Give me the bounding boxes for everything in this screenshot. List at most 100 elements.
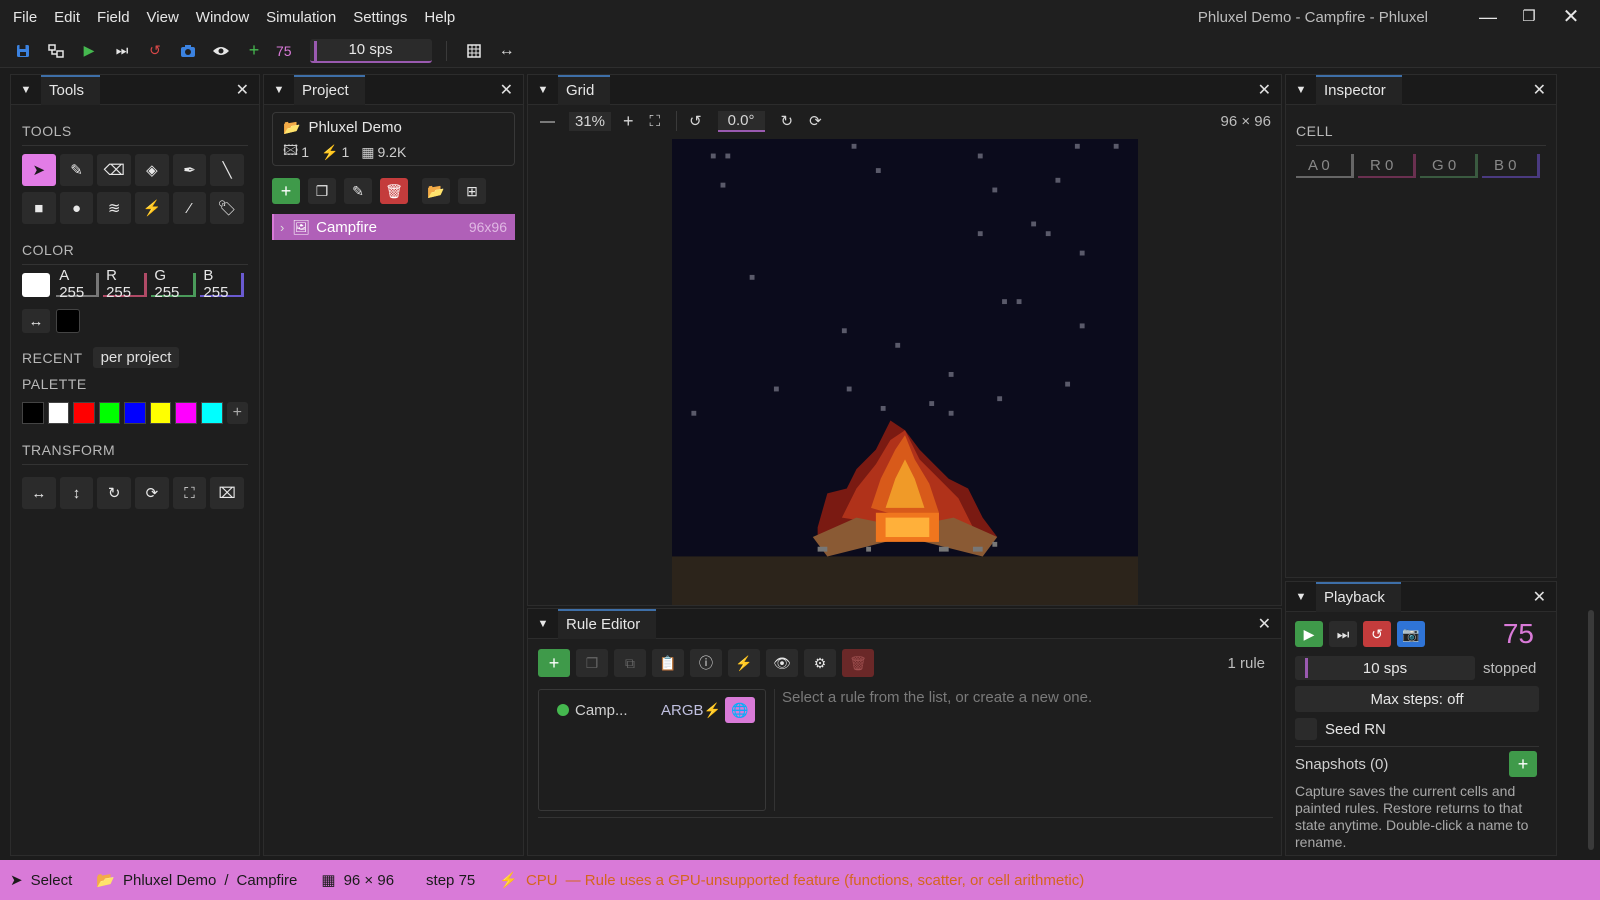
blue-channel-field[interactable]: B 255 (200, 267, 244, 301)
recent-scope-badge[interactable]: per project (92, 347, 180, 368)
tab-project[interactable]: Project (294, 74, 365, 105)
project-tree-item[interactable]: › 🖼 Campfire 96x96 (272, 214, 515, 240)
reset-button[interactable]: ↺ (1363, 621, 1391, 647)
rule-list-item[interactable]: Camp... ARGB ⚡ 🌐 (539, 690, 765, 730)
palette-swatch-black[interactable] (22, 402, 44, 424)
eye-icon[interactable] (210, 40, 232, 62)
swap-colors-icon[interactable]: ↔ (22, 309, 50, 333)
max-steps-button[interactable]: Max steps: off (1295, 686, 1539, 712)
collapse-icon[interactable]: ▼ (528, 84, 558, 96)
current-color-swatch[interactable] (22, 273, 51, 297)
playback-scrollbar[interactable] (1588, 610, 1594, 850)
brush-tool[interactable]: ⁄ (172, 192, 207, 224)
palette-swatch-cyan[interactable] (200, 402, 223, 424)
camera-icon[interactable] (177, 40, 199, 62)
close-window-icon[interactable]: ✕ (1560, 6, 1582, 28)
close-icon[interactable]: ✕ (1533, 587, 1546, 607)
close-icon[interactable]: ✕ (1258, 614, 1271, 634)
eraser-tool[interactable]: ⌫ (97, 154, 132, 186)
collapse-icon[interactable]: ▼ (1286, 591, 1316, 603)
reset-rotation-icon[interactable]: ⟳ (809, 112, 822, 130)
add-field-button[interactable]: + (272, 178, 300, 204)
menu-simulation[interactable]: Simulation (266, 9, 336, 26)
lightning-icon[interactable]: ⚡ (728, 649, 760, 677)
add-snapshot-button[interactable]: + (1509, 751, 1537, 777)
grid-icon[interactable] (463, 40, 485, 62)
menu-window[interactable]: Window (196, 9, 249, 26)
rectangle-tool[interactable]: ■ (22, 192, 56, 224)
tab-tools[interactable]: Tools (41, 74, 101, 105)
zoom-in-icon[interactable]: + (623, 111, 634, 132)
collapse-icon[interactable]: ▼ (528, 618, 558, 630)
restore-icon[interactable]: ❐ (1518, 6, 1540, 28)
palette-swatch-red[interactable] (73, 402, 95, 424)
secondary-color-swatch[interactable] (56, 309, 80, 333)
tag-tool[interactable]: 🏷 (210, 192, 245, 224)
rotate-180-icon[interactable]: ⟳ (135, 477, 169, 509)
globe-icon[interactable]: 🌐 (724, 697, 755, 723)
fit-view-icon[interactable]: ⛶ (650, 113, 661, 130)
flip-vertical-icon[interactable]: ↕ (59, 477, 94, 509)
close-icon[interactable]: ✕ (500, 80, 513, 100)
tab-rule-editor[interactable]: Rule Editor (558, 608, 657, 639)
menu-field[interactable]: Field (97, 9, 130, 26)
duplicate-icon[interactable]: ❐ (308, 178, 336, 204)
menu-help[interactable]: Help (424, 9, 455, 26)
copy-rule-icon[interactable]: ⧉ (614, 649, 646, 677)
step-button[interactable]: ⏭ (1329, 621, 1357, 647)
delete-rule-icon[interactable]: 🗑 (842, 649, 874, 677)
flip-horizontal-icon[interactable]: ↔ (22, 477, 56, 509)
seed-checkbox[interactable] (1295, 718, 1317, 740)
playback-speed-slider[interactable]: 10 sps (1295, 656, 1475, 680)
info-icon[interactable]: ⓘ (690, 649, 722, 677)
rotate-icon[interactable]: ↻ (97, 477, 132, 509)
pencil-tool[interactable]: ✎ (59, 154, 94, 186)
select-tool[interactable]: ➤ (22, 154, 56, 186)
palette-swatch-blue[interactable] (124, 402, 146, 424)
menu-settings[interactable]: Settings (353, 9, 407, 26)
menu-edit[interactable]: Edit (54, 9, 80, 26)
rotation-field[interactable]: 0.0° (717, 110, 765, 132)
menu-file[interactable]: File (13, 9, 37, 26)
add-swatch-icon[interactable]: + (226, 402, 249, 424)
delete-icon[interactable]: 🗑 (380, 178, 408, 204)
eyedropper-tool[interactable]: ✒ (172, 154, 207, 186)
red-channel-field[interactable]: R 255 (103, 267, 148, 301)
crop-icon[interactable]: ⌧ (210, 477, 245, 509)
open-folder-icon[interactable]: 📂 (422, 178, 450, 204)
add-icon[interactable]: + (243, 40, 265, 62)
lightning-tool[interactable]: ⚡ (135, 192, 169, 224)
menu-view[interactable]: View (147, 9, 179, 26)
close-icon[interactable]: ✕ (1533, 80, 1546, 100)
close-icon[interactable]: ✕ (236, 80, 249, 100)
palette-swatch-yellow[interactable] (149, 402, 172, 424)
fill-tool[interactable]: ◈ (135, 154, 169, 186)
add-rule-button[interactable]: + (538, 649, 570, 677)
zoom-out-icon[interactable]: — (540, 113, 555, 130)
palette-swatch-magenta[interactable] (175, 402, 197, 424)
step-icon[interactable]: ⏭ (111, 40, 133, 62)
ellipse-tool[interactable]: ● (59, 192, 94, 224)
rotate-left-icon[interactable]: ↺ (689, 112, 702, 130)
settings-icon[interactable]: ⚙ (804, 649, 836, 677)
duplicate-rule-icon[interactable]: ❐ (576, 649, 608, 677)
alpha-channel-field[interactable]: A 255 (56, 267, 100, 301)
project-structure-icon[interactable] (45, 40, 67, 62)
palette-swatch-white[interactable] (47, 402, 70, 424)
zoom-level[interactable]: 31% (569, 111, 612, 131)
line-tool[interactable]: ╲ (210, 154, 245, 186)
rename-icon[interactable]: ✎ (344, 178, 372, 204)
collapse-icon[interactable]: ▼ (264, 84, 294, 96)
play-button[interactable]: ▶ (1295, 621, 1323, 647)
project-structure-icon[interactable]: ⊞ (458, 178, 486, 204)
resize-horizontal-icon[interactable]: ↔ (496, 40, 518, 62)
minimize-icon[interactable]: — (1477, 6, 1499, 28)
reset-icon[interactable]: ↺ (144, 40, 166, 62)
save-icon[interactable] (12, 40, 34, 62)
grid-canvas[interactable] (672, 139, 1138, 605)
close-icon[interactable]: ✕ (1258, 80, 1271, 100)
speed-slider[interactable]: 10 sps (309, 38, 432, 63)
collapse-icon[interactable]: ▼ (1286, 84, 1316, 96)
gradient-tool[interactable]: ≋ (97, 192, 132, 224)
collapse-icon[interactable]: ▼ (11, 84, 41, 96)
